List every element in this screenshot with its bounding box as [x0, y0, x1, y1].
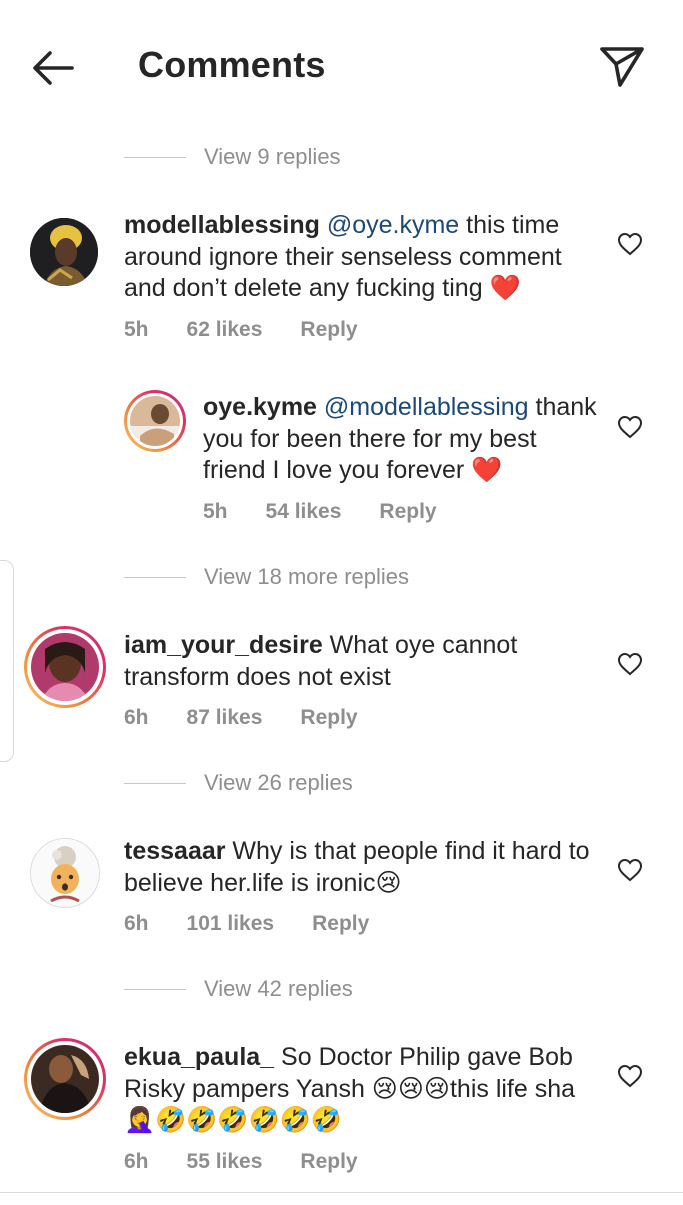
comment-username[interactable]: ekua_paula_: [124, 1043, 274, 1071]
avatar-photo: [31, 1045, 99, 1113]
view-replies-link[interactable]: View 9 replies: [124, 142, 341, 172]
header-bar: Comments: [0, 0, 683, 130]
view-replies-label[interactable]: View 18 more replies: [204, 564, 409, 590]
divider-line: [124, 576, 186, 578]
comment-text: oye.kyme @modellablessing thank you for …: [203, 392, 603, 487]
heart-outline-icon[interactable]: [617, 1064, 643, 1088]
comment-item: iam_your_desire What oye cannot transfor…: [0, 626, 683, 746]
comment-username[interactable]: oye.kyme: [203, 393, 317, 421]
avatar[interactable]: [24, 1038, 106, 1120]
view-replies-label[interactable]: View 42 replies: [204, 976, 353, 1002]
comment-time: 6h: [124, 912, 149, 935]
avatar-photo: [130, 396, 180, 446]
comment-likes[interactable]: 87 likes: [187, 706, 263, 730]
comment-meta: 6h 55 likes Reply: [124, 1150, 396, 1174]
divider-line: [124, 988, 186, 990]
comment-mention[interactable]: @modellablessing: [324, 393, 529, 421]
avatar-photo: [30, 218, 98, 286]
back-arrow-icon[interactable]: [28, 46, 78, 90]
comment-username[interactable]: modellablessing: [124, 211, 320, 239]
reply-button[interactable]: Reply: [379, 500, 436, 524]
heart-outline-icon[interactable]: [617, 858, 643, 882]
comment-likes[interactable]: 101 likes: [187, 912, 275, 936]
comment-text: iam_your_desire What oye cannot transfor…: [124, 630, 594, 693]
bottom-divider: [0, 1192, 683, 1193]
reply-button[interactable]: Reply: [300, 318, 357, 342]
avatar[interactable]: [30, 838, 100, 908]
comment-likes[interactable]: 54 likes: [266, 500, 342, 524]
avatar[interactable]: [24, 626, 106, 708]
divider-line: [124, 156, 186, 158]
comment-likes[interactable]: 55 likes: [187, 1150, 263, 1174]
divider-line: [124, 782, 186, 784]
page-title: Comments: [138, 44, 326, 85]
comment-meta: 5h 54 likes Reply: [203, 500, 475, 524]
comment-time: 5h: [203, 500, 228, 523]
paper-plane-icon[interactable]: [598, 42, 646, 90]
view-replies-link[interactable]: View 26 replies: [124, 768, 353, 798]
comment-item: tessaaar Why is that people find it hard…: [0, 832, 683, 952]
comment-item: modellablessing @oye.kyme this time arou…: [0, 206, 683, 346]
view-replies-label[interactable]: View 26 replies: [204, 770, 353, 796]
comment-meta: 6h 87 likes Reply: [124, 706, 396, 730]
heart-outline-icon[interactable]: [617, 415, 643, 439]
comment-meta: 6h 101 likes Reply: [124, 912, 407, 936]
comment-time: 5h: [124, 318, 149, 341]
comment-username[interactable]: iam_your_desire: [124, 631, 323, 659]
heart-outline-icon[interactable]: [617, 652, 643, 676]
comment-meta: 5h 62 likes Reply: [124, 318, 396, 342]
heart-outline-icon[interactable]: [617, 232, 643, 256]
avatar[interactable]: [30, 218, 98, 286]
view-replies-link[interactable]: View 18 more replies: [124, 562, 409, 592]
comment-text: modellablessing @oye.kyme this time arou…: [124, 210, 594, 305]
comment-username[interactable]: tessaaar: [124, 837, 225, 865]
comment-time: 6h: [124, 1150, 149, 1173]
avatar[interactable]: [124, 390, 186, 452]
reply-button[interactable]: Reply: [300, 1150, 357, 1174]
reply-item: oye.kyme @modellablessing thank you for …: [0, 388, 683, 528]
comment-mention[interactable]: @oye.kyme: [327, 211, 459, 239]
comment-time: 6h: [124, 706, 149, 729]
reply-button[interactable]: Reply: [312, 912, 369, 936]
view-replies-label[interactable]: View 9 replies: [204, 144, 341, 170]
comment-likes[interactable]: 62 likes: [187, 318, 263, 342]
comment-text: ekua_paula_ So Doctor Philip gave Bob Ri…: [124, 1042, 594, 1137]
view-replies-link[interactable]: View 42 replies: [124, 974, 353, 1004]
avatar-photo: [31, 839, 99, 907]
comment-item: ekua_paula_ So Doctor Philip gave Bob Ri…: [0, 1038, 683, 1188]
comment-text: tessaaar Why is that people find it hard…: [124, 836, 594, 899]
avatar-photo: [31, 633, 99, 701]
reply-button[interactable]: Reply: [300, 706, 357, 730]
